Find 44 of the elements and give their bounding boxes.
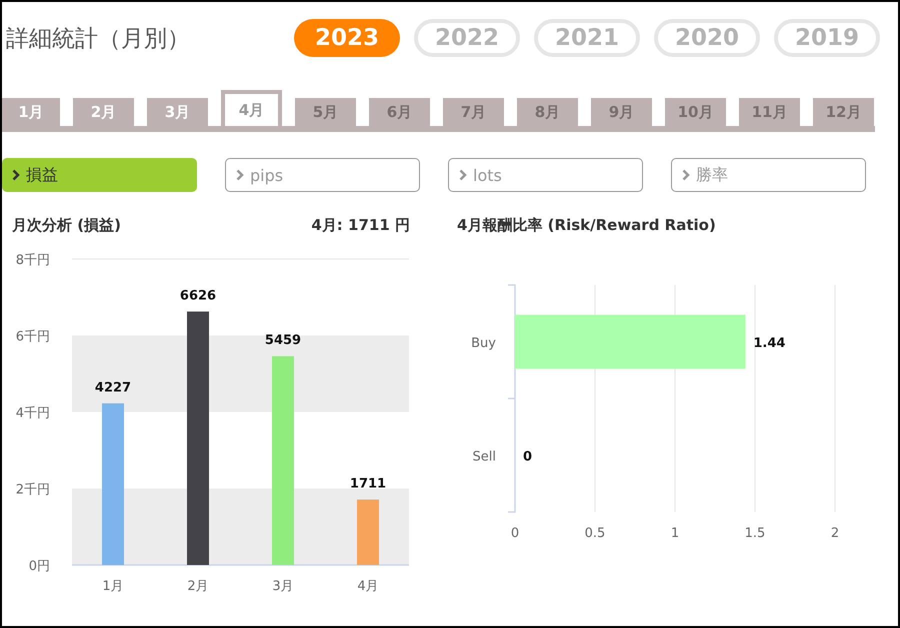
data-label: 0 (523, 449, 532, 464)
chart-title: 4月報酬比率 (Risk/Reward Ratio) (457, 216, 716, 236)
month-tab[interactable]: 3月 (147, 98, 208, 126)
year-tab[interactable]: 2022 (414, 19, 520, 57)
metric-button[interactable]: lots (448, 158, 643, 192)
page-title: 詳細統計（月別） (6, 24, 191, 54)
metric-button[interactable]: pips (225, 158, 420, 192)
axis-label: Buy (471, 336, 496, 351)
axis-label: 0 (510, 526, 520, 541)
month-tab[interactable]: 2月 (73, 98, 134, 126)
chevron-icon (682, 169, 690, 181)
data-label: 6626 (180, 288, 216, 304)
axis-label: 3月 (272, 579, 294, 594)
data-label: 1.44 (753, 336, 786, 351)
year-tab[interactable]: 2021 (534, 19, 640, 57)
axis-label: 2月 (187, 579, 209, 594)
chevron-icon (236, 169, 244, 181)
axis-label: Sell (472, 449, 496, 464)
chevron-icon (12, 169, 20, 181)
data-label: 1711 (350, 476, 386, 492)
year-tab[interactable]: 2020 (654, 19, 760, 57)
month-tab[interactable]: 1月 (2, 98, 60, 126)
chart-title: 月次分析 (損益) (12, 216, 121, 236)
chart-summary: 4月: 1711 円 (311, 216, 410, 236)
axis-label: 0.5 (584, 526, 606, 541)
chevron-icon (459, 169, 467, 181)
axis-label: 1 (670, 526, 680, 541)
axis-label: 4月 (357, 579, 379, 594)
metric-button[interactable]: 損益 (2, 158, 197, 192)
data-label: 4227 (94, 380, 132, 396)
year-tab[interactable]: 2023 (294, 19, 400, 57)
year-tab[interactable]: 2019 (774, 19, 880, 57)
data-label: 5459 (264, 333, 302, 348)
axis-label: 0円 (28, 559, 50, 574)
axis-label: 4千円 (16, 406, 50, 421)
month-tab[interactable]: 4月 (221, 90, 282, 126)
axis-label: 8千円 (16, 253, 50, 268)
chart-bar (357, 500, 379, 565)
axis-label: 1.5 (744, 526, 766, 541)
axis-label: 6千円 (16, 330, 50, 344)
axis-label: 1月 (102, 579, 124, 594)
axis-label: 2千円 (16, 482, 50, 498)
metric-button[interactable]: 勝率 (671, 158, 866, 192)
axis-label: 2 (830, 526, 840, 541)
